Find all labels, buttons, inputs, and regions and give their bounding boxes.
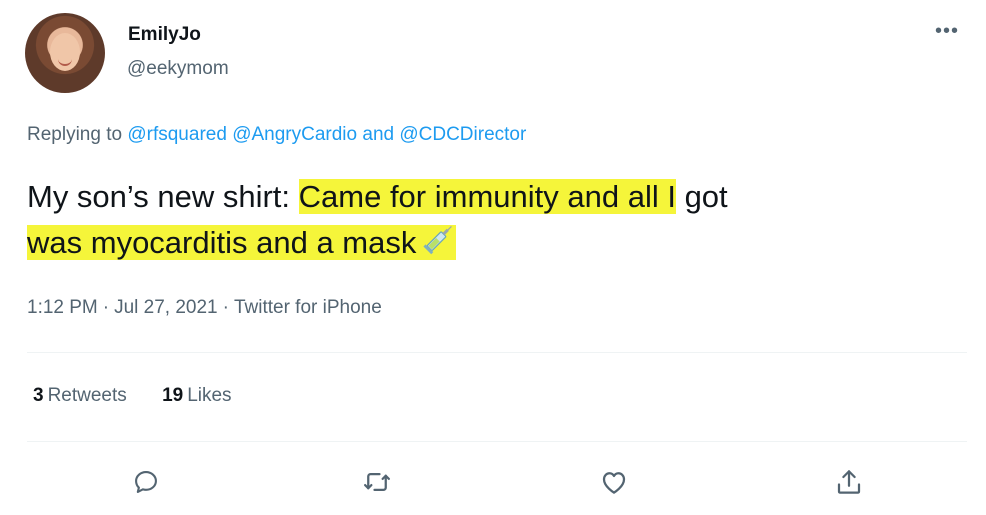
retweet-button[interactable] [357, 462, 397, 502]
tweet-source[interactable]: Twitter for iPhone [234, 297, 382, 318]
share-button[interactable] [829, 462, 869, 502]
likes-label: Likes [187, 385, 232, 406]
display-name[interactable]: EmilyJo [128, 24, 201, 46]
user-handle[interactable]: @eekymom [127, 58, 229, 80]
tweet-highlight-2-text: was myocarditis and a mask [27, 225, 417, 260]
mention-rfsquared[interactable]: @rfsquared [127, 124, 227, 145]
like-icon [602, 472, 626, 494]
retweets-stat[interactable]: 3 Retweets [33, 385, 127, 406]
more-horizontal-icon[interactable]: ••• [935, 20, 959, 43]
tweet-highlight-2: was myocarditis and a mask [27, 225, 457, 260]
share-icon [837, 470, 861, 494]
meta-separator: · [102, 297, 110, 318]
likes-count: 19 [162, 385, 184, 406]
retweet-icon [364, 473, 390, 491]
mention-cdcdirector[interactable]: @CDCDirector [399, 124, 526, 145]
retweets-label: Retweets [47, 385, 127, 406]
replying-to: Replying to @rfsquared @AngryCardio and … [27, 124, 526, 146]
replying-prefix: Replying to [27, 124, 123, 145]
retweets-count: 3 [33, 385, 44, 406]
tweet-text-plain: My son’s new shirt: [27, 179, 299, 214]
reply-button[interactable] [126, 462, 166, 502]
tweet-time[interactable]: 1:12 PM [27, 297, 98, 318]
mention-angrycardio[interactable]: @AngryCardio [232, 124, 357, 145]
syringe-icon [422, 221, 456, 268]
reply-icon [135, 471, 157, 493]
mention-joiner: and [362, 124, 395, 145]
tweet-highlight-1: Came for immunity and all I [298, 179, 676, 214]
tweet-meta: 1:12 PM · Jul 27, 2021 · Twitter for iPhone [27, 297, 382, 319]
divider [27, 441, 967, 442]
like-button[interactable] [594, 462, 634, 502]
avatar[interactable] [25, 13, 105, 93]
tweet-text-after: got [675, 179, 728, 214]
meta-separator: · [222, 297, 229, 318]
likes-stat[interactable]: 19 Likes [162, 385, 232, 406]
tweet-stats: 3 Retweets 19 Likes [33, 385, 262, 407]
tweet-text: My son’s new shirt: Came for immunity an… [27, 174, 957, 268]
divider [27, 352, 967, 353]
tweet-date[interactable]: Jul 27, 2021 [114, 297, 218, 318]
